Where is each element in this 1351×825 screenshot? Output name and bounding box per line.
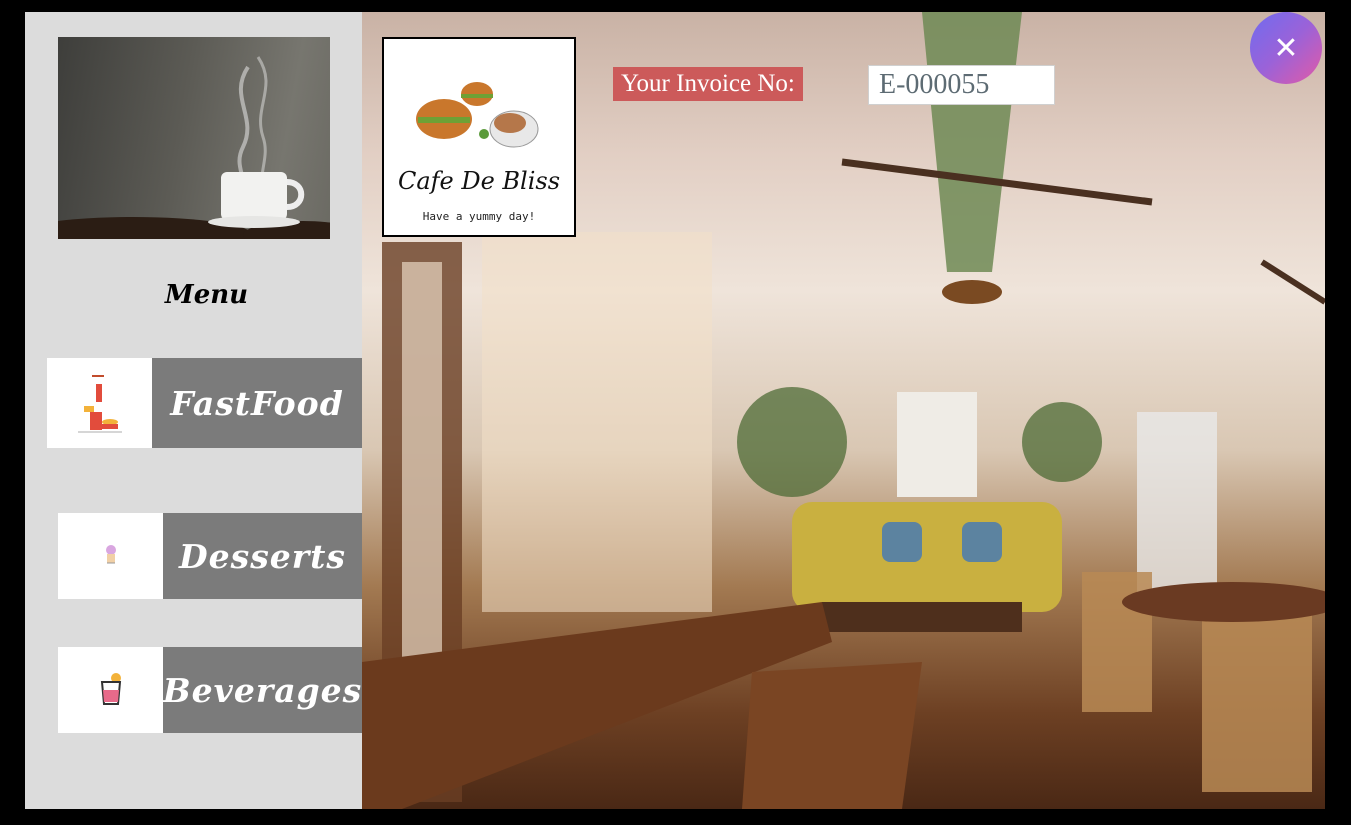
menu-label-beverages: Beverages — [163, 647, 362, 733]
ice-cream-icon — [58, 513, 163, 599]
logo-tagline: Have a yummy day! — [422, 210, 536, 223]
cafe-logo: Cafe De Bliss Have a yummy day! — [382, 37, 576, 237]
coffee-cup-image — [58, 37, 330, 239]
drink-icon — [58, 647, 163, 733]
app-window: Menu FastFood Desserts Beverages Cafe De… — [25, 12, 1325, 809]
menu-button-desserts[interactable]: Desserts — [58, 513, 362, 599]
menu-title: Menu — [164, 280, 249, 310]
menu-label-fastfood: FastFood — [152, 358, 362, 448]
logo-name: Cafe De Bliss — [397, 167, 561, 195]
invoice-number-field[interactable] — [868, 65, 1055, 105]
menu-label-desserts: Desserts — [163, 513, 362, 599]
menu-button-fastfood[interactable]: FastFood — [47, 358, 362, 448]
fastfood-icon — [47, 358, 152, 448]
close-icon: ✕ — [1273, 30, 1299, 66]
menu-button-beverages[interactable]: Beverages — [58, 647, 362, 733]
sidebar: Menu FastFood Desserts Beverages — [25, 12, 362, 809]
invoice-label: Your Invoice No: — [613, 67, 803, 101]
close-button[interactable]: ✕ — [1250, 12, 1322, 84]
cafe-background-image: Cafe De Bliss Have a yummy day! Your Inv… — [362, 12, 1325, 809]
